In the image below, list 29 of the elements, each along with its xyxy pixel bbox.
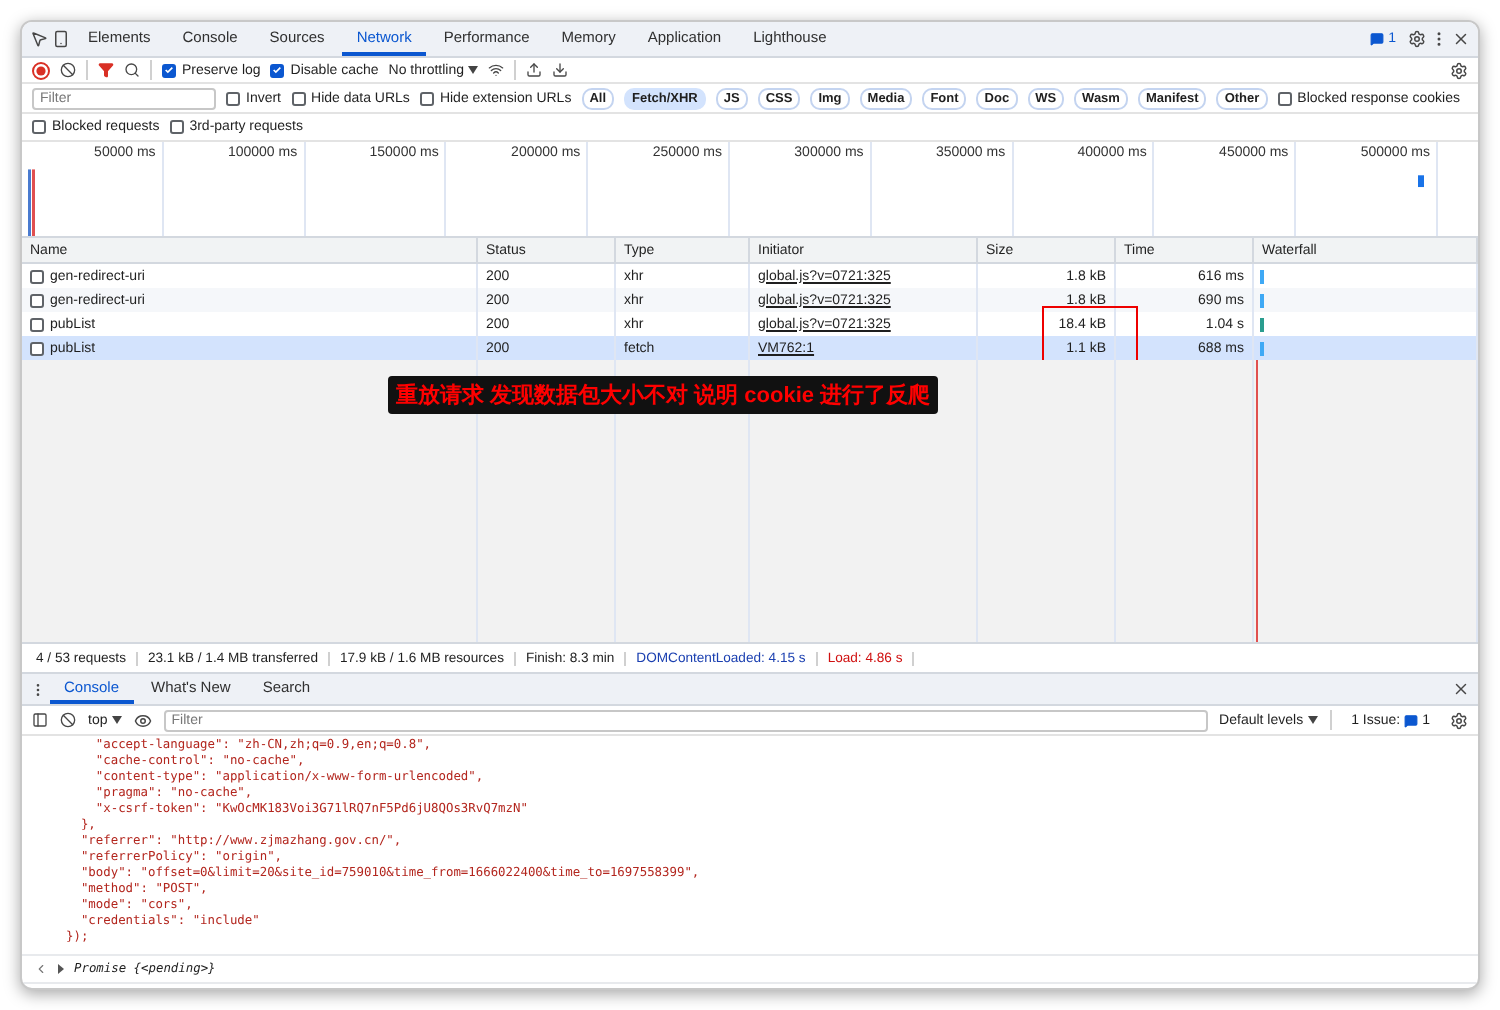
filter-icon[interactable] xyxy=(98,62,114,78)
caret-icon[interactable] xyxy=(111,716,122,724)
search-icon[interactable] xyxy=(124,62,140,78)
checkbox-box[interactable] xyxy=(291,91,306,105)
eye-icon[interactable] xyxy=(133,711,152,729)
sidebar-icon[interactable] xyxy=(32,712,48,728)
checkbox-box[interactable] xyxy=(419,91,434,105)
wifi-icon[interactable] xyxy=(488,62,505,78)
checkbox-box[interactable] xyxy=(169,120,184,134)
record-icon[interactable] xyxy=(32,61,50,79)
checkbox-box[interactable] xyxy=(226,91,240,105)
checkbox-box[interactable] xyxy=(162,63,176,77)
checkbox-box[interactable] xyxy=(30,269,44,283)
settings-icon[interactable] xyxy=(1450,711,1468,729)
clear-icon[interactable] xyxy=(60,62,76,78)
checkbox-box[interactable] xyxy=(32,120,46,134)
download-icon[interactable] xyxy=(552,62,569,78)
clear-icon[interactable] xyxy=(60,712,76,728)
checkbox-box[interactable] xyxy=(270,63,285,77)
expand-triangle-icon[interactable] xyxy=(56,964,66,974)
checkbox-box[interactable] xyxy=(30,341,44,355)
checkbox-box[interactable] xyxy=(30,293,44,307)
checkbox-box[interactable] xyxy=(1277,91,1292,105)
annotation-label: 重放请求 发现数据包大小不对 说明 cookie 进行了反爬 xyxy=(388,376,939,414)
caret-icon[interactable] xyxy=(1307,716,1318,724)
settings-icon[interactable] xyxy=(1450,61,1468,79)
upload-icon[interactable] xyxy=(526,62,543,78)
caret-icon[interactable] xyxy=(468,66,479,74)
checkbox-box[interactable] xyxy=(30,317,44,331)
